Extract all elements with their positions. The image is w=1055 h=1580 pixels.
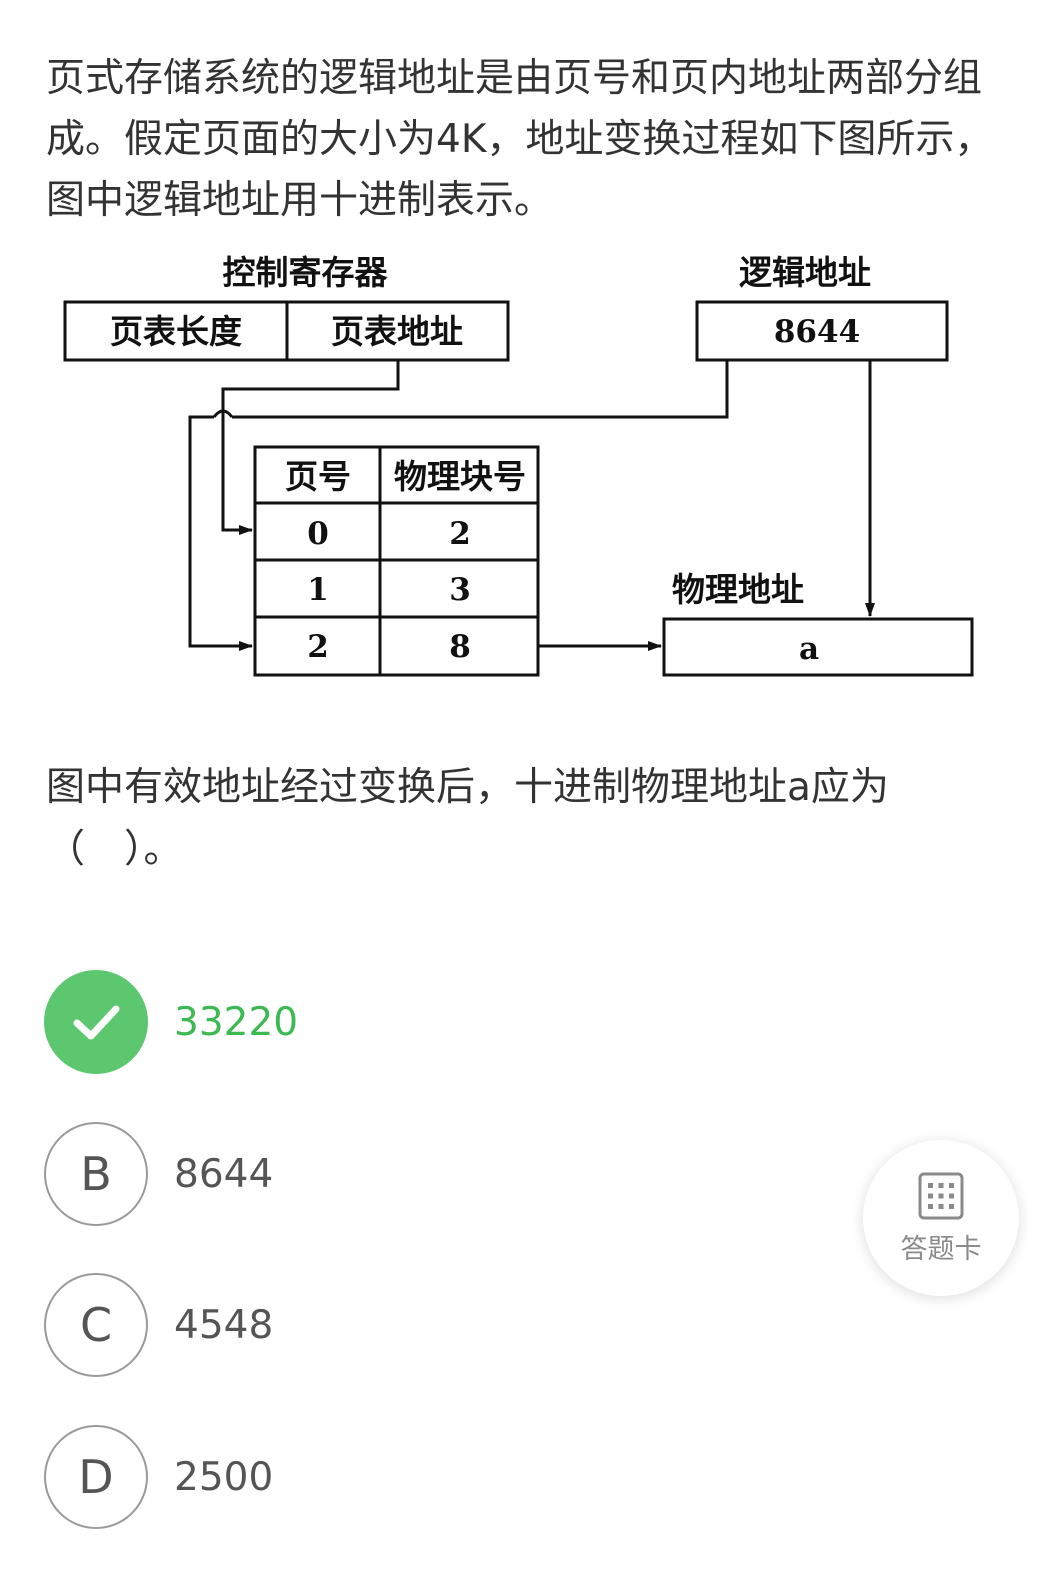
- physical-address-title: 物理地址: [672, 570, 804, 609]
- table-row-block: 3: [449, 572, 471, 608]
- option-c[interactable]: C 4548: [44, 1271, 744, 1379]
- table-row-page: 2: [307, 629, 329, 665]
- option-d-text: 2500: [174, 1454, 274, 1500]
- logical-address-title: 逻辑地址: [739, 253, 871, 292]
- logical-address-value: 8644: [774, 314, 860, 350]
- option-c-text: 4548: [174, 1302, 274, 1348]
- table-header-block: 物理块号: [394, 457, 526, 496]
- question-stem: 页式存储系统的逻辑地址是由页号和页内地址两部分组成。假定页面的大小为4K，地址变…: [46, 56, 994, 223]
- physical-address-value: a: [799, 631, 819, 667]
- answer-card-button[interactable]: 答题卡: [863, 1140, 1019, 1296]
- diagram-svg: 控制寄存器 页表长度 页表地址 逻辑地址 8644 页号 物理块号 0 2 1 …: [63, 253, 974, 677]
- page-table-length-label: 页表长度: [110, 312, 242, 351]
- option-b[interactable]: B 8644: [44, 1120, 744, 1228]
- grid-icon: [918, 1172, 964, 1219]
- option-a[interactable]: 33220: [44, 968, 744, 1076]
- table-row-page: 0: [307, 516, 329, 552]
- option-d[interactable]: D 2500: [44, 1423, 744, 1531]
- check-icon: [73, 1005, 120, 1040]
- option-b-letter: B: [44, 1122, 148, 1226]
- table-row-block: 2: [449, 516, 471, 552]
- table-row-page: 1: [307, 572, 329, 608]
- table-header-page: 页号: [285, 457, 351, 496]
- option-d-letter: D: [44, 1425, 148, 1529]
- control-register-title: 控制寄存器: [223, 253, 389, 292]
- option-a-text: 33220: [174, 999, 299, 1045]
- address-translation-diagram: 控制寄存器 页表长度 页表地址 逻辑地址 8644 页号 物理块号 0 2 1 …: [60, 250, 990, 690]
- option-b-text: 8644: [174, 1151, 274, 1197]
- table-row-block: 8: [449, 629, 471, 665]
- option-a-check-badge: [44, 970, 148, 1074]
- option-c-letter: C: [44, 1273, 148, 1377]
- page-table-address-label: 页表地址: [331, 312, 463, 351]
- question-prompt: 图中有效地址经过变换后，十进制物理地址a应为（ ）。: [46, 765, 889, 872]
- answer-card-label: 答题卡: [900, 1233, 982, 1265]
